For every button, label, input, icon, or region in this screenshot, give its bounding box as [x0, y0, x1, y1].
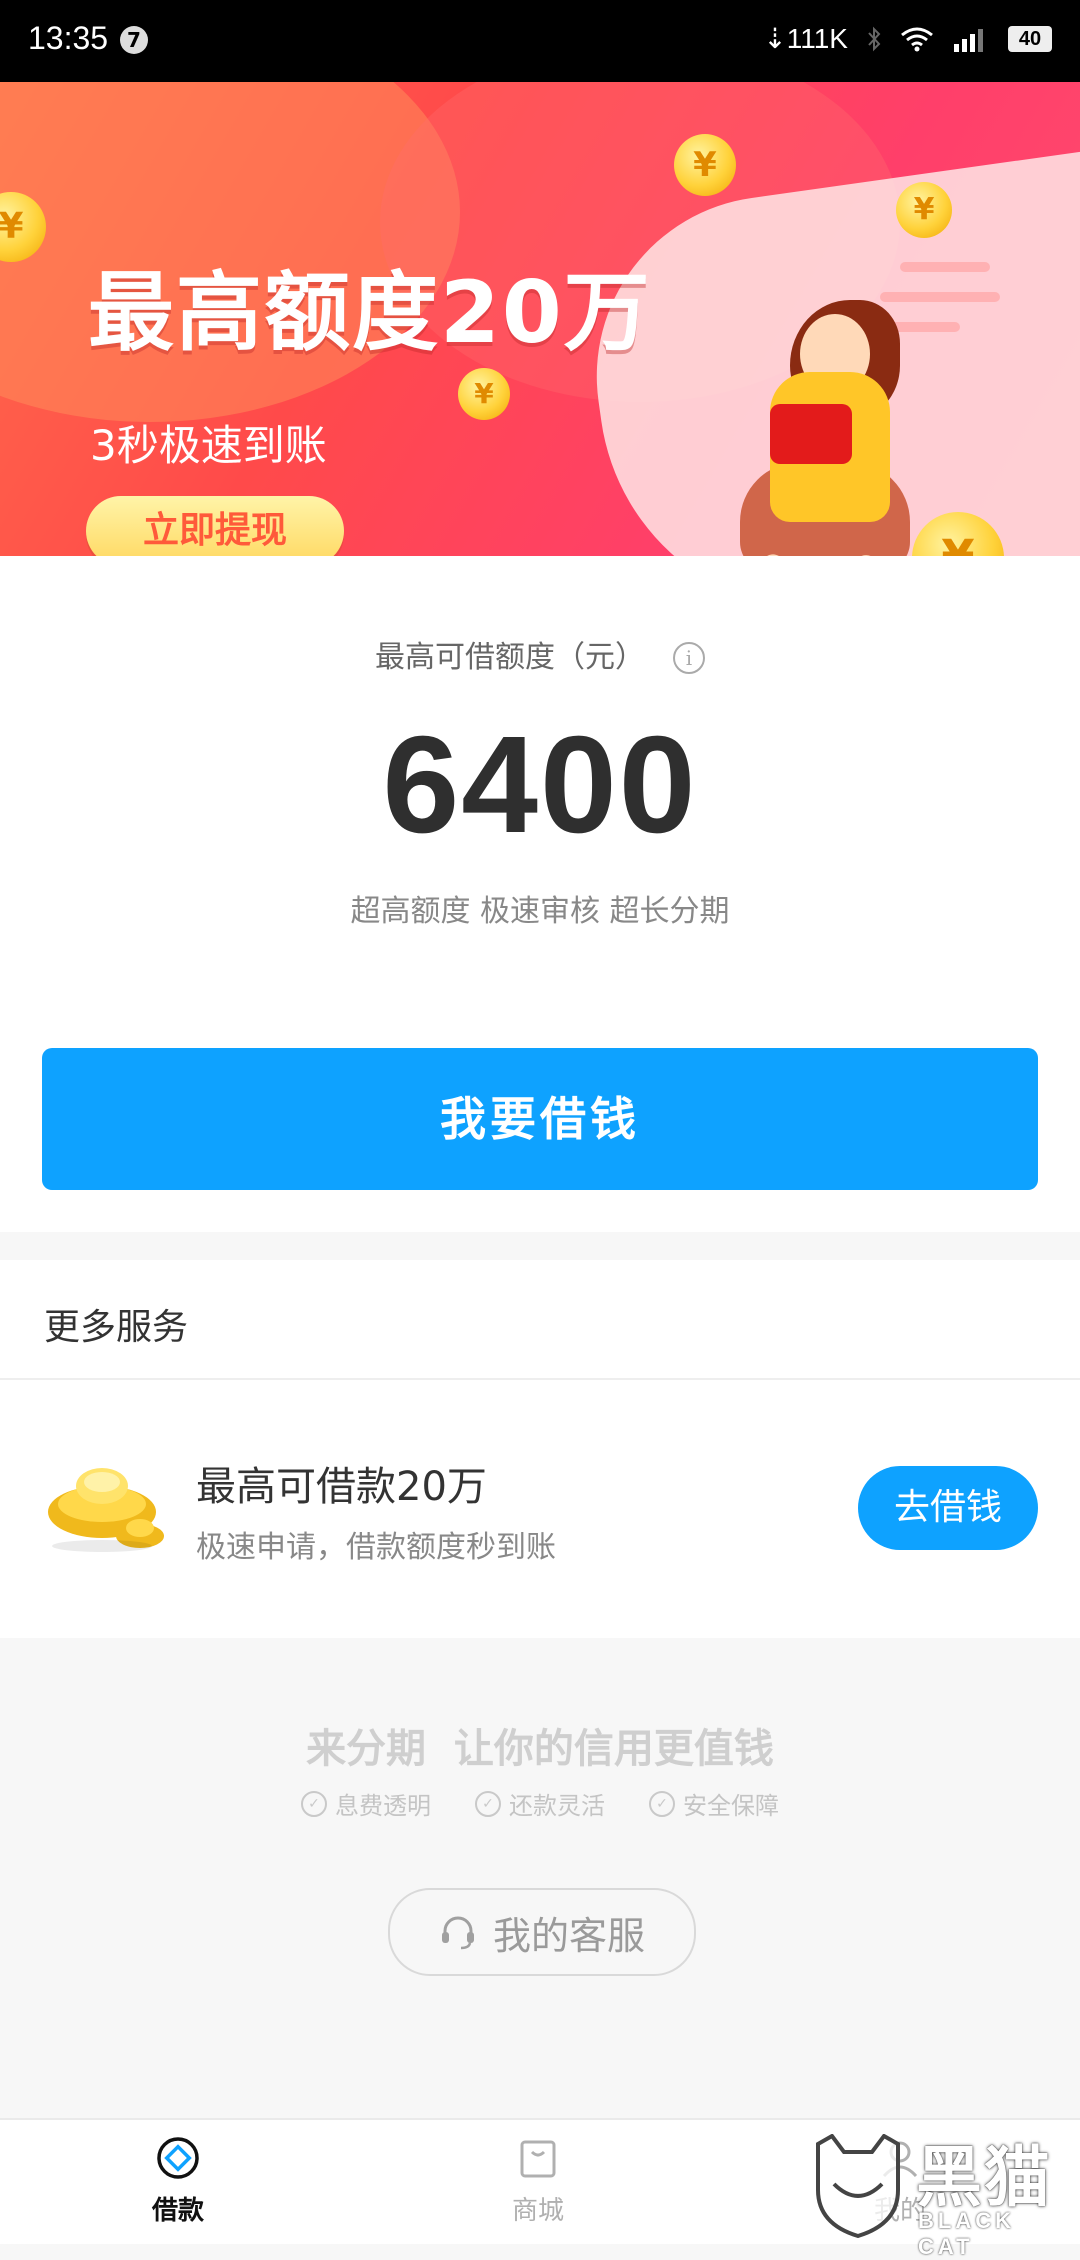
bluetooth-icon [868, 26, 881, 51]
banner-subtitle: 3秒极速到账 [90, 421, 327, 470]
check-circle-icon: ✓ [475, 1790, 501, 1817]
signal-icon [954, 28, 983, 52]
divider [0, 1378, 1080, 1380]
borrow-icon [157, 2137, 199, 2179]
promo-slogan: 来分期 让你的信用更值钱 [306, 1726, 774, 1772]
coin-icon: ¥ [674, 134, 736, 196]
receipt-line [880, 292, 1000, 302]
watermark-en: BLACK CAT [918, 2208, 1015, 2259]
status-time: 13:35 [28, 20, 109, 56]
credit-limit-label-text: 最高可借额度（元） [375, 640, 645, 675]
headset-icon [441, 1916, 474, 1950]
check-circle-icon: ✓ [649, 1790, 675, 1817]
notification-count-badge: 7 [120, 26, 148, 54]
feature-item: ✓ 息费透明 [301, 1786, 431, 1821]
receipt-line [900, 262, 990, 272]
status-bar: 13:35 7 ⇣111K 40 [0, 0, 1080, 82]
coin-icon: ¥ [896, 182, 952, 238]
network-speed: ⇣111K [763, 23, 848, 54]
section-title: 更多服务 [44, 1307, 189, 1348]
go-borrow-button[interactable]: 去借钱 [858, 1466, 1038, 1550]
promo-features: ✓ 息费透明 ✓ 还款灵活 ✓ 安全保障 [0, 1786, 1080, 1821]
credit-section: 最高可借额度（元） i 6400 超高额度 极速审核 超长分期 我要借钱 [0, 556, 1080, 1232]
feature-label: 还款灵活 [509, 1792, 605, 1820]
gold-ingot-icon [48, 1468, 164, 1552]
check-circle-icon: ✓ [301, 1790, 327, 1817]
credit-features: 超高额度 极速审核 超长分期 [350, 894, 730, 929]
feature-item: ✓ 安全保障 [649, 1786, 779, 1821]
credit-limit-label: 最高可借额度（元） i [0, 632, 1080, 676]
wifi-icon [901, 27, 933, 51]
footer-promo: 来分期 让你的信用更值钱 ✓ 息费透明 ✓ 还款灵活 ✓ 安全保障 我的客服 [0, 1638, 1080, 2118]
nav-item-mall[interactable]: 商城 [478, 2136, 598, 2227]
service-item-subtitle: 极速申请，借款额度秒到账 [196, 1530, 556, 1565]
more-services-section: 更多服务 最高可借款20万 极速申请，借款额度秒到账 去借钱 [0, 1260, 1080, 1638]
red-envelope-icon [770, 404, 852, 464]
nav-item-borrow[interactable]: 借款 [118, 2136, 238, 2227]
promo-banner[interactable]: ¥ ¥ ¥ ¥ ¥ 最高额度20万 3秒极速到账 立即提现 [0, 82, 1080, 556]
service-item-title: 最高可借款20万 [196, 1464, 487, 1510]
info-icon[interactable]: i [673, 642, 705, 674]
feature-label: 安全保障 [683, 1792, 779, 1820]
feature-item: ✓ 还款灵活 [475, 1786, 605, 1821]
black-cat-watermark: 黑猫 BLACK CAT [806, 2120, 1080, 2259]
banner-title: 最高额度20万 [88, 263, 652, 363]
borrow-money-button[interactable]: 我要借钱 [42, 1048, 1038, 1190]
status-icons: ⇣111K 40 [763, 22, 1052, 55]
coin-icon: ¥ [458, 368, 510, 420]
customer-service-label: 我的客服 [492, 1913, 645, 1958]
nav-label: 借款 [151, 2196, 204, 2226]
nav-label: 商城 [511, 2196, 564, 2226]
watermark-cn: 黑猫 [916, 2139, 1052, 2216]
customer-service-button[interactable]: 我的客服 [388, 1888, 696, 1976]
battery-icon: 40 [1008, 25, 1052, 52]
mall-bag-icon [520, 2140, 556, 2178]
feature-label: 息费透明 [335, 1792, 431, 1820]
withdraw-now-button[interactable]: 立即提现 [86, 496, 344, 556]
cat-shield-logo-icon [816, 2134, 900, 2238]
credit-limit-amount: 6400 [382, 708, 698, 862]
